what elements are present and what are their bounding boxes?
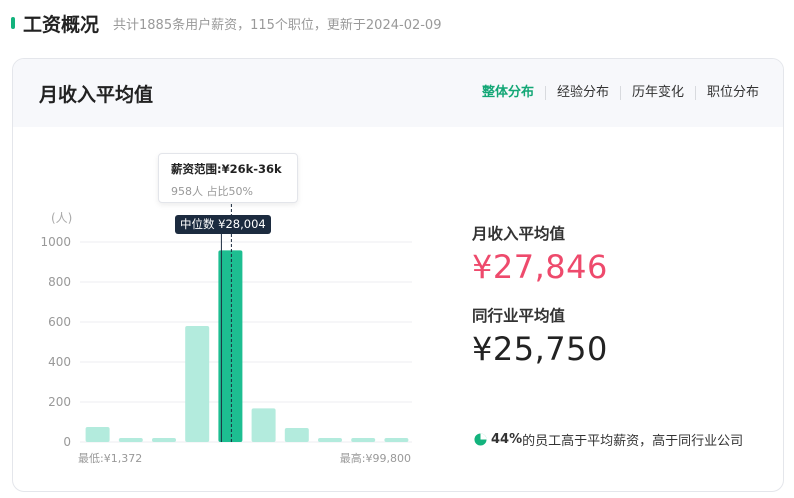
y-tick-label: 200 (48, 395, 71, 409)
bar-tooltip: 薪资范围:¥26k-36k 958人 占比50% (158, 153, 298, 203)
bar (384, 438, 409, 442)
bar (185, 326, 210, 442)
median-label: 中位数 ¥28,004 (175, 215, 271, 234)
avg-label: 月收入平均值 (472, 225, 566, 243)
note-text: 的员工高于平均薪资， (522, 434, 653, 449)
industry-value: ¥25,750 (472, 330, 608, 368)
tooltip-range: 薪资范围:¥26k-36k (171, 162, 282, 176)
pie-chart-icon (474, 433, 487, 446)
bar (152, 438, 176, 442)
tab-overall[interactable]: 整体分布 (482, 86, 545, 100)
distribution-tabs: 整体分布 经验分布 历年变化 职位分布 (482, 86, 759, 100)
y-tick-label: 400 (48, 355, 71, 369)
bar-active (218, 250, 243, 442)
bar (118, 438, 143, 442)
page-subtitle: 共计1885条用户薪资，115个职位，更新于2024-02-09 (113, 17, 442, 33)
page-title: 工资概况 (23, 13, 100, 36)
bar (318, 438, 342, 442)
min-salary-label: 最低:¥1,372 (78, 452, 142, 465)
y-unit-label: (人) (51, 211, 72, 225)
card-title: 月收入平均值 (39, 83, 154, 106)
industry-label: 同行业平均值 (472, 307, 566, 325)
bar (85, 427, 110, 442)
y-tick-label: 0 (63, 435, 71, 449)
y-tick-label: 800 (48, 275, 71, 289)
tab-history[interactable]: 历年变化 (619, 86, 695, 100)
card-header: 月收入平均值 整体分布 经验分布 历年变化 职位分布 (13, 59, 783, 127)
note-emph: 高于同行业公司 (652, 434, 744, 449)
stats-panel: 月收入平均值 ¥27,846 同行业平均值 ¥25,750 (472, 222, 608, 368)
bar (351, 438, 376, 442)
comparison-note: 44% 的员工高于平均薪资， 高于同行业公司 (474, 430, 743, 449)
max-salary-label: 最高:¥99,800 (340, 451, 411, 465)
overview-header: 工资概况 共计1885条用户薪资，115个职位，更新于2024-02-09 (11, 8, 441, 38)
bar (284, 428, 309, 442)
note-percent: 44% (491, 432, 523, 447)
y-tick-label: 600 (48, 315, 71, 329)
tab-experience[interactable]: 经验分布 (544, 86, 620, 100)
y-tick-label: 1000 (40, 235, 71, 249)
avg-value: ¥27,846 (472, 248, 608, 286)
bar (251, 408, 276, 442)
tooltip-count: 958人 占比50% (171, 185, 253, 198)
tab-position[interactable]: 职位分布 (694, 86, 759, 100)
header-accent-bar (11, 17, 15, 29)
